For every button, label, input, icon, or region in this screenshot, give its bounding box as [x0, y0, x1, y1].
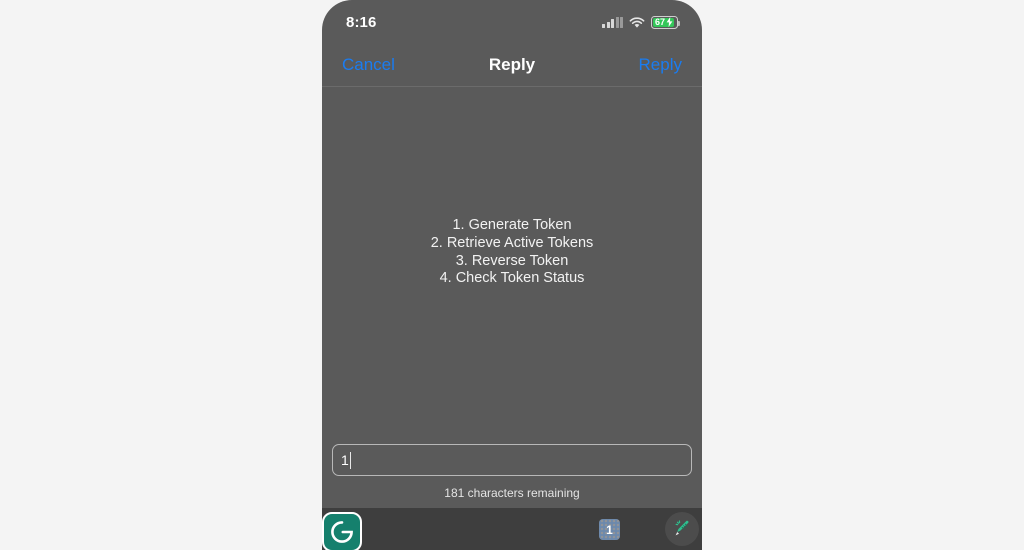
cancel-button[interactable]: Cancel: [342, 55, 395, 75]
navigation-bar: Cancel Reply Reply: [322, 44, 702, 87]
message-text: 1. Generate Token 2. Retrieve Active Tok…: [431, 217, 594, 288]
cellular-signal-icon: [602, 16, 623, 28]
reply-input[interactable]: 1: [332, 444, 692, 476]
reply-button[interactable]: Reply: [639, 55, 682, 75]
message-line: 1. Generate Token: [452, 216, 572, 233]
keyboard-toolbar: 1: [322, 508, 702, 550]
reply-input-area: 1 181 characters remaining: [322, 444, 702, 508]
message-line: 2. Retrieve Active Tokens: [430, 234, 594, 251]
phone-screen: 8:16 67 Cancel Reply Reply 1. Generate T…: [322, 0, 702, 550]
status-indicators: 67: [602, 15, 680, 29]
suggestion-label: 1: [606, 522, 613, 537]
battery-percent-label: 67: [655, 16, 666, 27]
reply-input-value: 1: [341, 452, 349, 468]
text-cursor: [349, 451, 352, 469]
grammarly-assistant-pencil-icon[interactable]: [665, 512, 699, 546]
grammarly-logo-icon[interactable]: [322, 512, 362, 550]
message-body: 1. Generate Token 2. Retrieve Active Tok…: [322, 87, 702, 444]
charging-bolt-icon: [666, 17, 673, 27]
character-counter: 181 characters remaining: [444, 486, 580, 500]
wifi-icon: [629, 16, 645, 28]
message-line: 4. Check Token Status: [439, 270, 585, 287]
number-suggestion-icon[interactable]: 1: [599, 519, 620, 540]
status-bar: 8:16 67: [322, 0, 702, 44]
battery-charging-icon: 67: [651, 15, 680, 29]
message-line: 3. Reverse Token: [455, 252, 569, 269]
status-time: 8:16: [346, 13, 377, 31]
